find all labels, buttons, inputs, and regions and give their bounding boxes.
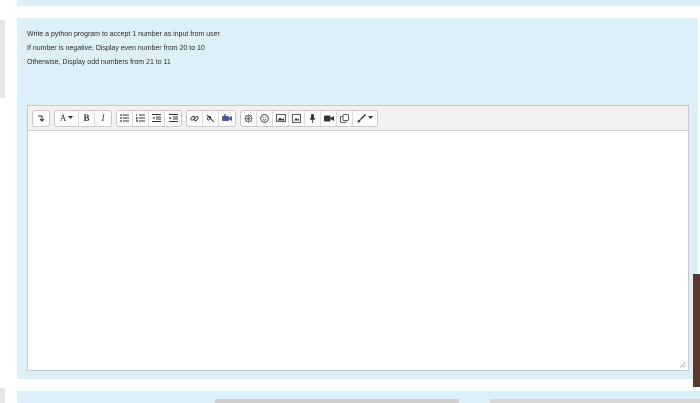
unordered-list-icon	[120, 114, 129, 122]
answer-editor: A B I	[27, 105, 689, 371]
question-line-2: If number is negative, Display even numb…	[27, 45, 205, 52]
font-size-icon: A	[59, 113, 67, 123]
toolbar-group-collapse	[32, 109, 50, 127]
file-icon	[292, 113, 301, 123]
copy-button[interactable]	[337, 110, 353, 126]
left-sidebar-edge-lower	[0, 388, 5, 403]
copy-icon	[340, 113, 349, 123]
question-panel: Write a python program to accept 1 numbe…	[17, 18, 698, 379]
media-icon	[222, 114, 232, 121]
chevron-down-icon	[68, 116, 74, 119]
outdent-icon	[152, 114, 161, 122]
collapse-toolbar-button[interactable]	[33, 111, 49, 126]
paint-brush-icon	[357, 113, 366, 122]
left-sidebar-edge	[0, 20, 5, 98]
horizontal-scrollbar-track[interactable]	[490, 399, 700, 403]
outdent-button[interactable]	[149, 110, 165, 126]
paint-brush-button[interactable]	[353, 111, 377, 126]
editor-toolbar: A B I	[28, 106, 688, 131]
toolbar-group-text: A B I	[54, 109, 112, 127]
previous-panel-edge	[17, 0, 700, 6]
horizontal-scrollbar[interactable]	[215, 399, 459, 403]
editor-content-area[interactable]	[28, 131, 688, 370]
emoji-button[interactable]	[257, 110, 273, 126]
indent-button[interactable]	[165, 111, 181, 126]
unlink-button[interactable]	[203, 110, 219, 126]
ordered-list-button[interactable]	[133, 110, 149, 126]
collapse-icon	[38, 115, 45, 122]
microphone-button[interactable]	[305, 110, 321, 126]
media-button[interactable]	[219, 111, 235, 126]
toolbar-group-insert	[240, 109, 378, 127]
emoji-icon	[260, 113, 269, 123]
font-size-button[interactable]: A	[55, 110, 79, 126]
link-icon	[190, 115, 199, 121]
italic-button[interactable]: I	[95, 111, 111, 126]
unordered-list-button[interactable]	[117, 110, 133, 126]
webcam-overlay	[693, 274, 700, 387]
question-line-3: Otherwise, Display odd numbers from 21 t…	[27, 59, 171, 66]
microphone-icon	[309, 113, 316, 123]
equation-icon	[244, 113, 253, 123]
toolbar-group-lists	[116, 109, 182, 127]
chevron-down-icon	[368, 116, 373, 119]
video-button[interactable]	[321, 110, 337, 126]
question-text: Write a python program to accept 1 numbe…	[27, 28, 220, 70]
ordered-list-icon	[136, 114, 145, 122]
equation-button[interactable]	[241, 110, 257, 126]
image-button[interactable]	[273, 110, 289, 126]
image-icon	[275, 114, 286, 122]
question-line-1: Write a python program to accept 1 numbe…	[27, 31, 220, 38]
unlink-icon	[206, 114, 215, 122]
video-icon	[323, 115, 334, 121]
toolbar-group-links	[186, 109, 236, 127]
link-button[interactable]	[187, 110, 203, 126]
resize-handle-icon[interactable]	[679, 361, 686, 368]
file-button[interactable]	[289, 110, 305, 126]
bold-button[interactable]: B	[79, 110, 95, 126]
indent-icon	[168, 114, 178, 122]
